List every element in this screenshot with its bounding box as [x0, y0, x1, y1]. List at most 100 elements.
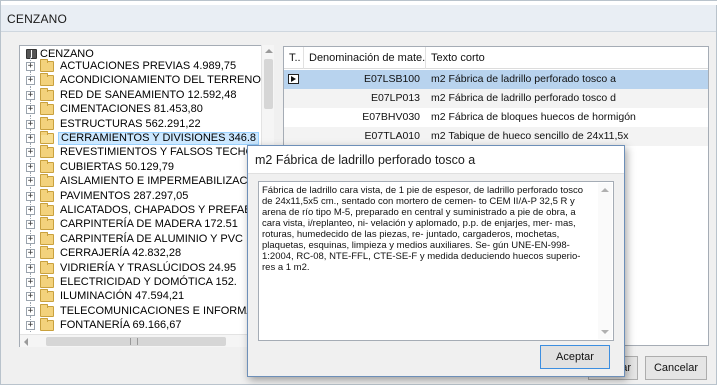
tree-item-label: ELECTRICIDAD Y DOMÓTICA 152.: [60, 276, 237, 288]
tree-item[interactable]: + CARPINTERÍA DE MADERA 172.51: [20, 215, 273, 232]
expand-icon[interactable]: +: [26, 306, 35, 316]
folder-icon: [40, 231, 54, 245]
tree-root[interactable]: CENZANO: [26, 47, 94, 60]
popup-title: m2 Fábrica de ladrillo perforado tosco a: [255, 153, 476, 167]
tree-item[interactable]: + CARPINTERÍA DE ALUMINIO Y PVC: [20, 229, 273, 246]
grid-row[interactable]: E07TLA010 m2 Tabique de hueco sencillo de…: [284, 127, 708, 146]
folder-icon: [40, 188, 54, 202]
expand-icon[interactable]: +: [26, 134, 35, 143]
folder-icon: [40, 318, 54, 332]
window-title: CENZANO: [7, 12, 68, 26]
description-popup: m2 Fábrica de ladrillo perforado tosco a…: [247, 145, 625, 377]
column-header-type[interactable]: T..: [284, 47, 304, 69]
grid-row[interactable]: E07BHV030 m2 Fábrica de bloques huecos de…: [284, 108, 708, 127]
grid-row[interactable]: E07LP013 m2 Fábrica de ladrillo perforado…: [284, 89, 708, 108]
expand-icon[interactable]: +: [26, 263, 35, 273]
tree-item-label: CARPINTERÍA DE ALUMINIO Y PVC: [60, 232, 243, 245]
folder-icon: [40, 217, 54, 231]
folder-icon: [40, 303, 54, 317]
expand-icon[interactable]: +: [26, 76, 35, 86]
tree-item-label: ALICATADOS, CHAPADOS Y PREFABRIC: [60, 204, 271, 216]
folder-icon: [40, 174, 54, 188]
tree-scroll-thumb[interactable]: [264, 59, 273, 109]
popup-description-box[interactable]: Fábrica de ladrillo cara vista, de 1 pie…: [258, 181, 614, 341]
cell-short-text[interactable]: m2 Fábrica de bloques huecos de hormigón: [426, 108, 708, 127]
tree-item[interactable]: + CERRAMIENTOS Y DIVISIONES 346.8: [20, 129, 273, 145]
tree-item[interactable]: + ACONDICIONAMIENTO DEL TERRENO: [20, 71, 273, 88]
cell-short-text[interactable]: m2 Fábrica de ladrillo perforado tosco d: [426, 89, 708, 108]
scroll-up-icon[interactable]: [601, 188, 609, 192]
expand-icon[interactable]: +: [26, 105, 35, 115]
tree-item[interactable]: + CIMENTACIONES 81.453,80: [20, 100, 273, 117]
expand-icon[interactable]: +: [26, 206, 35, 215]
tree-root-label: CENZANO: [40, 47, 94, 60]
column-header-name[interactable]: Denominación de mate...: [304, 47, 426, 69]
cell-code[interactable]: E07LSB100: [304, 70, 426, 89]
expand-icon[interactable]: +: [26, 278, 35, 287]
popup-vertical-scrollbar[interactable]: [598, 183, 612, 339]
scroll-grip-icon: [130, 338, 138, 345]
expand-icon[interactable]: +: [26, 62, 35, 71]
tree-item-label: ESTRUCTURAS 562.291,22: [60, 117, 201, 130]
folder-icon: [40, 289, 54, 303]
tree-item[interactable]: + ACTUACIONES PREVIAS 4.989,75: [20, 57, 273, 73]
cell-short-text[interactable]: m2 Tabique de hueco sencillo de 24x11,5x: [426, 127, 708, 146]
folder-icon: [40, 275, 54, 288]
folder-icon: [40, 73, 54, 87]
folder-icon: [40, 102, 54, 116]
tree-item[interactable]: + REVESTIMIENTOS Y FALSOS TECHOS: [20, 143, 273, 160]
tree-item[interactable]: + ALICATADOS, CHAPADOS Y PREFABRIC: [20, 201, 273, 217]
cancel-button[interactable]: Cancelar: [645, 356, 707, 380]
cell-code[interactable]: E07LP013: [304, 89, 426, 108]
scroll-up-icon[interactable]: [265, 49, 273, 53]
column-header-short-text[interactable]: Texto corto: [426, 47, 708, 69]
tree-item[interactable]: + PAVIMENTOS 287.297,05: [20, 186, 273, 203]
tree-item-label: ACONDICIONAMIENTO DEL TERRENO: [60, 74, 261, 87]
tree-item-label: CIMENTACIONES 81.453,80: [60, 103, 203, 116]
expand-icon[interactable]: +: [26, 321, 35, 331]
expand-icon[interactable]: +: [26, 177, 35, 187]
tree-item-label: AISLAMIENTO E IMPERMEABILIZACIÓN: [60, 175, 268, 188]
expand-icon[interactable]: +: [26, 90, 35, 100]
cell-short-text[interactable]: m2 Fábrica de ladrillo perforado tosco a: [426, 70, 708, 89]
tree-item[interactable]: + ELECTRICIDAD Y DOMÓTICA 152.: [20, 273, 273, 289]
tree-item[interactable]: + CERRAJERÍA 42.832,28: [20, 244, 273, 261]
grid-header: T.. Denominación de mate... Texto corto: [284, 47, 708, 69]
tree-item-label: TELECOMUNICACIONES E INFORMÁTIC: [60, 304, 272, 317]
tree-item-label: VIDRIERÍA Y TRASLÚCIDOS 24.95: [60, 261, 237, 274]
expand-icon[interactable]: +: [26, 249, 35, 259]
scroll-down-icon[interactable]: [601, 330, 609, 334]
tree-item-label: PAVIMENTOS 287.297,05: [60, 189, 189, 202]
expand-icon[interactable]: +: [26, 162, 35, 172]
tree-item-label: FONTANERÍA 69.166,67: [60, 319, 182, 332]
tree-item[interactable]: + VIDRIERÍA Y TRASLÚCIDOS 24.95: [20, 258, 273, 275]
folder-icon: [40, 145, 54, 159]
scroll-left-icon[interactable]: [24, 338, 28, 346]
tree-horizontal-scrollbar[interactable]: [20, 334, 261, 347]
tree-item[interactable]: + RED DE SANEAMIENTO 12.592,48: [20, 85, 273, 102]
cell-code[interactable]: E07TLA010: [304, 127, 426, 146]
cell-code[interactable]: E07BHV030: [304, 108, 426, 127]
tree-item[interactable]: + CUBIERTAS 50.129,79: [20, 157, 273, 174]
expand-icon[interactable]: +: [26, 220, 35, 230]
tree-item[interactable]: + ILUMINACIÓN 47.594,21: [20, 287, 273, 304]
expand-icon[interactable]: +: [26, 292, 35, 302]
tree-item[interactable]: + AISLAMIENTO E IMPERMEABILIZACIÓN: [20, 172, 273, 189]
accept-button[interactable]: Aceptar: [540, 345, 610, 369]
tree-item[interactable]: + FONTANERÍA 69.166,67: [20, 316, 273, 333]
tree-item[interactable]: + TELECOMUNICACIONES E INFORMÁTIC: [20, 301, 273, 318]
popup-titlebar: m2 Fábrica de ladrillo perforado tosco a: [248, 146, 624, 174]
expand-icon[interactable]: +: [26, 234, 35, 244]
tree-item[interactable]: + ESTRUCTURAS 562.291,22: [20, 114, 273, 131]
grid-row[interactable]: E07LSB100 m2 Fábrica de ladrillo perforad…: [284, 70, 708, 89]
folder-icon: [40, 260, 54, 274]
expand-icon[interactable]: +: [26, 191, 35, 201]
folder-icon: [40, 131, 54, 144]
window-titlebar: CENZANO: [1, 5, 716, 32]
tree-item-label: CUBIERTAS 50.129,79: [60, 160, 174, 173]
current-row-icon: [288, 74, 299, 84]
tree-item-label: CERRAMIENTOS Y DIVISIONES 346.8: [58, 132, 260, 145]
expand-icon[interactable]: +: [26, 148, 35, 158]
chapter-tree[interactable]: CENZANO + ACTUACIONES PREVIAS 4.989,75 + AC…: [19, 45, 274, 347]
expand-icon[interactable]: +: [26, 119, 35, 129]
